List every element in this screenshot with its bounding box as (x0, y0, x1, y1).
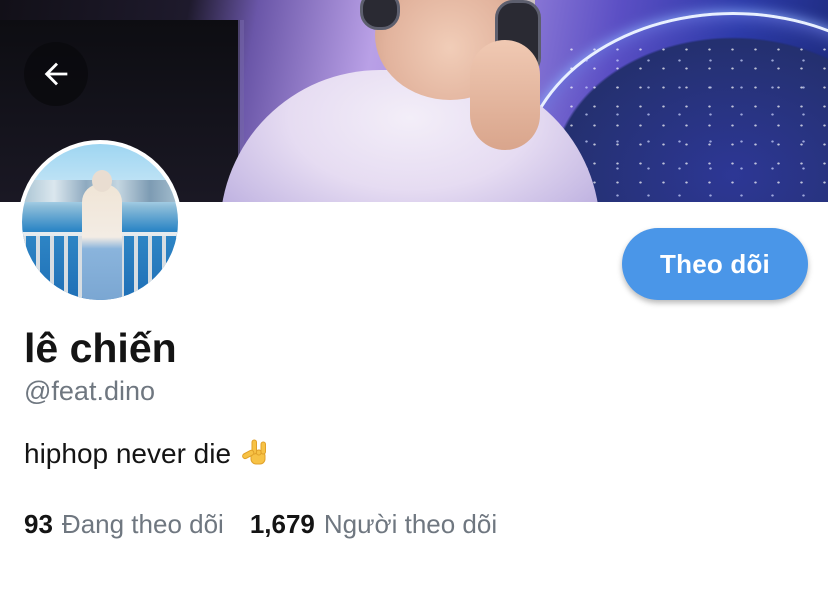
username-handle: @feat.dino (24, 376, 155, 406)
back-button[interactable] (24, 42, 88, 106)
follow-stats: 93 Đang theo dõi 1,679 Người theo dõi (24, 506, 497, 542)
avatar[interactable] (18, 140, 182, 304)
love-you-gesture-icon (242, 439, 267, 465)
arrow-left-icon (44, 62, 68, 86)
following-label: Đang theo dõi (61, 509, 224, 539)
display-name: lê chiến (24, 325, 177, 371)
followers-count: 1,679 (249, 509, 315, 539)
bio-text: hiphop never die (24, 438, 232, 469)
followers-label: Người theo dõi (323, 509, 498, 539)
bio: hiphop never die (24, 436, 273, 472)
following-stat[interactable]: 93 Đang theo dõi (24, 506, 224, 542)
follow-button[interactable]: Theo dõi (622, 228, 808, 300)
following-count: 93 (24, 509, 53, 539)
followers-stat[interactable]: 1,679 Người theo dõi (250, 506, 497, 542)
